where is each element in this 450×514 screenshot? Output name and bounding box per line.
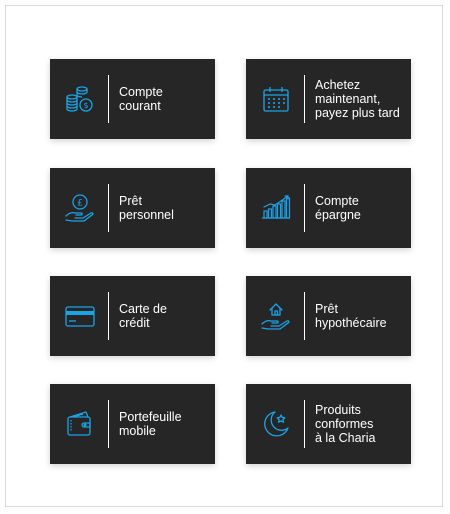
bar-chart-savings-icon — [260, 192, 292, 224]
tile-label-line: crédit — [119, 316, 150, 330]
tile-label-line: Compte — [315, 194, 359, 208]
tile-buy-now-pay-later[interactable]: Achetez maintenant, payez plus tard — [246, 59, 411, 139]
tile-divider — [304, 75, 305, 123]
tile-label-line: Achetez — [315, 78, 361, 92]
tile-label: Carte de crédit — [119, 276, 211, 356]
wallet-icon — [64, 408, 96, 440]
tile-label: Prêt personnel — [119, 168, 211, 248]
tile-divider — [108, 400, 109, 448]
tile-divider — [304, 400, 305, 448]
crescent-star-icon — [260, 408, 292, 440]
tile-label-line: Carte de — [119, 302, 167, 316]
tile-sharia-compliant-products[interactable]: Produits conformes à la Charia — [246, 384, 411, 464]
tile-credit-card[interactable]: Carte de crédit — [50, 276, 215, 356]
tile-label-line: épargne — [315, 208, 361, 222]
tile-label-line: conformes — [315, 417, 374, 431]
tile-label: Achetez maintenant, payez plus tard — [315, 59, 407, 139]
tile-label-line: payez plus tard — [315, 106, 400, 120]
tile-divider — [304, 184, 305, 232]
tile-label: Prêt hypothécaire — [315, 276, 407, 356]
tile-savings-account[interactable]: Compte épargne — [246, 168, 411, 248]
tile-divider — [304, 292, 305, 340]
svg-text:£: £ — [77, 199, 83, 209]
tile-label-line: mobile — [119, 424, 156, 438]
tile-label: Compte courant — [119, 59, 211, 139]
tile-label-line: Produits — [315, 403, 361, 417]
tile-mortgage-loan[interactable]: Prêt hypothécaire — [246, 276, 411, 356]
tile-label-line: courant — [119, 99, 161, 113]
tile-label-line: maintenant, — [315, 92, 381, 106]
tile-label-line: hypothécaire — [315, 316, 387, 330]
tile-label-line: personnel — [119, 208, 174, 222]
tile-divider — [108, 292, 109, 340]
tile-divider — [108, 75, 109, 123]
tile-mobile-wallet[interactable]: Portefeuille mobile — [50, 384, 215, 464]
calendar-icon — [260, 83, 292, 115]
tile-label-line: Compte — [119, 85, 163, 99]
coins-icon: $ — [64, 83, 96, 115]
hand-pound-coin-icon: £ — [64, 192, 96, 224]
svg-text:$: $ — [83, 101, 88, 110]
tile-divider — [108, 184, 109, 232]
tile-label: Portefeuille mobile — [119, 384, 211, 464]
tile-personal-loan[interactable]: £ Prêt personnel — [50, 168, 215, 248]
hand-house-icon — [260, 300, 292, 332]
tile-label-line: Prêt — [119, 194, 142, 208]
tile-label: Compte épargne — [315, 168, 407, 248]
tile-label-line: à la Charia — [315, 431, 376, 445]
tile-current-account[interactable]: $ Compte courant — [50, 59, 215, 139]
tile-label-line: Prêt — [315, 302, 338, 316]
credit-card-icon — [64, 300, 96, 332]
tile-label: Produits conformes à la Charia — [315, 384, 407, 464]
tile-label-line: Portefeuille — [119, 410, 182, 424]
